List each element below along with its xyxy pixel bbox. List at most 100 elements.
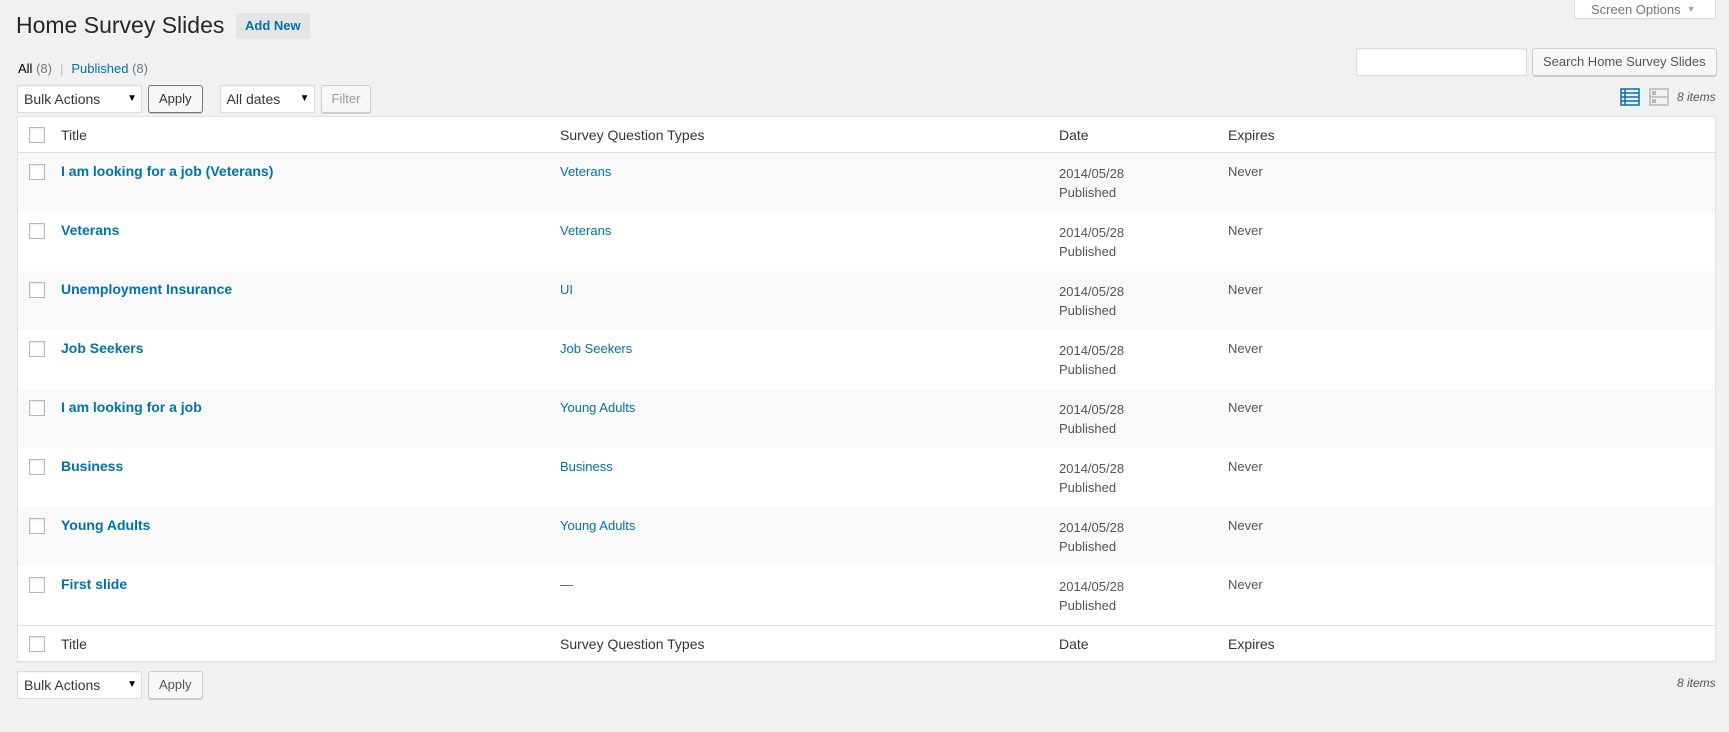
- row-status: Published: [1059, 480, 1117, 495]
- bottom-tablenav: Bulk Actions ▼ Apply: [17, 671, 203, 699]
- table-row: Young Adults Young Adults 2014/05/28 Publ…: [18, 507, 1715, 566]
- column-date-footer[interactable]: Date: [1059, 636, 1089, 652]
- screen-options-button[interactable]: Screen Options ▼: [1574, 0, 1716, 19]
- row-date: 2014/05/28 Published: [1059, 518, 1124, 556]
- row-expires: Never: [1228, 577, 1263, 592]
- filter-button[interactable]: Filter: [320, 85, 372, 113]
- excerpt-view-icon[interactable]: [1649, 87, 1669, 107]
- row-date: 2014/05/28 Published: [1059, 341, 1124, 379]
- row-status: Published: [1059, 185, 1117, 200]
- column-date-header[interactable]: Date: [1059, 127, 1089, 143]
- screen-options-label: Screen Options: [1591, 1, 1681, 17]
- row-type-link[interactable]: UI: [560, 282, 573, 297]
- bulk-actions-value: Bulk Actions: [24, 677, 101, 693]
- table-footer: Title Survey Question Types Date Expires: [18, 625, 1715, 661]
- row-status: Published: [1059, 539, 1117, 554]
- row-date: 2014/05/28 Published: [1059, 459, 1124, 497]
- bulk-actions-select-bottom[interactable]: Bulk Actions ▼: [17, 671, 142, 699]
- row-title-link[interactable]: Veterans: [61, 222, 119, 238]
- row-title-link[interactable]: Business: [61, 458, 123, 474]
- row-date-value: 2014/05/28: [1059, 461, 1125, 476]
- caret-down-icon: ▼: [299, 93, 310, 104]
- dates-select[interactable]: All dates ▼: [219, 85, 315, 113]
- filter-all-label: All: [18, 61, 33, 76]
- row-expires: Never: [1228, 164, 1263, 179]
- row-type-link[interactable]: Veterans: [560, 164, 611, 179]
- table-header: Title Survey Question Types Date Expires: [18, 117, 1715, 153]
- row-expires: Never: [1228, 223, 1263, 238]
- filter-published-label: Published: [71, 61, 129, 76]
- row-checkbox[interactable]: [29, 577, 45, 593]
- table-row: Job Seekers Job Seekers 2014/05/28 Publis…: [18, 330, 1715, 389]
- column-title-header[interactable]: Title: [61, 127, 87, 143]
- filter-all-link[interactable]: All (8): [18, 61, 52, 76]
- column-expires-header: Expires: [1228, 127, 1275, 143]
- search-box: Search Home Survey Slides: [1356, 48, 1717, 76]
- row-checkbox[interactable]: [29, 282, 45, 298]
- top-tablenav: Bulk Actions ▼ Apply All dates ▼ Filter: [17, 85, 372, 113]
- row-expires: Never: [1228, 341, 1263, 356]
- column-title-footer[interactable]: Title: [61, 636, 87, 652]
- table-row: First slide — 2014/05/28 Published Never: [18, 566, 1715, 625]
- apply-button-top[interactable]: Apply: [148, 85, 203, 113]
- caret-down-icon: ▼: [127, 93, 137, 104]
- row-checkbox[interactable]: [29, 459, 45, 475]
- row-title-link[interactable]: Young Adults: [61, 517, 150, 533]
- row-checkbox[interactable]: [29, 518, 45, 534]
- search-input[interactable]: [1356, 48, 1527, 76]
- row-status: Published: [1059, 303, 1117, 318]
- row-status: Published: [1059, 362, 1117, 377]
- row-date: 2014/05/28 Published: [1059, 282, 1124, 320]
- column-expires-footer: Expires: [1228, 636, 1275, 652]
- bulk-actions-value: Bulk Actions: [24, 91, 101, 107]
- row-type-link[interactable]: Young Adults: [560, 518, 635, 533]
- status-filters: All (8) | Published (8): [18, 61, 148, 76]
- row-expires: Never: [1228, 518, 1263, 533]
- row-status: Published: [1059, 244, 1117, 259]
- row-type-link[interactable]: Young Adults: [560, 400, 635, 415]
- filter-published-count: (8): [132, 61, 148, 76]
- row-type-link[interactable]: Business: [560, 459, 613, 474]
- list-view-icon[interactable]: [1620, 87, 1640, 107]
- row-checkbox[interactable]: [29, 400, 45, 416]
- row-expires: Never: [1228, 459, 1263, 474]
- row-status: Published: [1059, 598, 1117, 613]
- select-all-checkbox-bottom[interactable]: [29, 636, 45, 652]
- row-date-value: 2014/05/28: [1059, 343, 1125, 358]
- row-title-link[interactable]: First slide: [61, 576, 127, 592]
- view-switch: [1620, 87, 1669, 107]
- table-row: I am looking for a job (Veterans) Vetera…: [18, 153, 1715, 212]
- row-status: Published: [1059, 421, 1117, 436]
- row-type-empty: —: [560, 577, 573, 592]
- row-expires: Never: [1228, 282, 1263, 297]
- items-count-bottom: 8 items: [1677, 676, 1716, 690]
- column-types-footer: Survey Question Types: [560, 636, 705, 652]
- row-checkbox[interactable]: [29, 164, 45, 180]
- dates-value: All dates: [226, 91, 281, 107]
- row-title-link[interactable]: I am looking for a job: [61, 399, 202, 415]
- table-row: Veterans Veterans 2014/05/28 Published Ne…: [18, 212, 1715, 271]
- table-row: Unemployment Insurance UI 2014/05/28 Publ…: [18, 271, 1715, 330]
- bulk-actions-select-top[interactable]: Bulk Actions ▼: [17, 85, 142, 113]
- items-count-top: 8 items: [1677, 90, 1716, 104]
- row-title-link[interactable]: Job Seekers: [61, 340, 144, 356]
- row-type-link[interactable]: Veterans: [560, 223, 611, 238]
- row-date: 2014/05/28 Published: [1059, 577, 1124, 615]
- row-expires: Never: [1228, 400, 1263, 415]
- apply-button-bottom[interactable]: Apply: [148, 671, 203, 699]
- row-date-value: 2014/05/28: [1059, 284, 1125, 299]
- row-date-value: 2014/05/28: [1059, 520, 1125, 535]
- add-new-button[interactable]: Add New: [236, 13, 310, 39]
- filter-published-link[interactable]: Published (8): [71, 61, 148, 76]
- row-title-link[interactable]: Unemployment Insurance: [61, 281, 232, 297]
- search-button[interactable]: Search Home Survey Slides: [1532, 48, 1717, 76]
- row-checkbox[interactable]: [29, 223, 45, 239]
- select-all-checkbox[interactable]: [29, 127, 45, 143]
- row-date: 2014/05/28 Published: [1059, 400, 1124, 438]
- row-title-link[interactable]: I am looking for a job (Veterans): [61, 163, 273, 179]
- row-date: 2014/05/28 Published: [1059, 164, 1124, 202]
- row-type-link[interactable]: Job Seekers: [560, 341, 632, 356]
- table-row: I am looking for a job Young Adults 2014…: [18, 389, 1715, 448]
- row-date: 2014/05/28 Published: [1059, 223, 1124, 261]
- row-checkbox[interactable]: [29, 341, 45, 357]
